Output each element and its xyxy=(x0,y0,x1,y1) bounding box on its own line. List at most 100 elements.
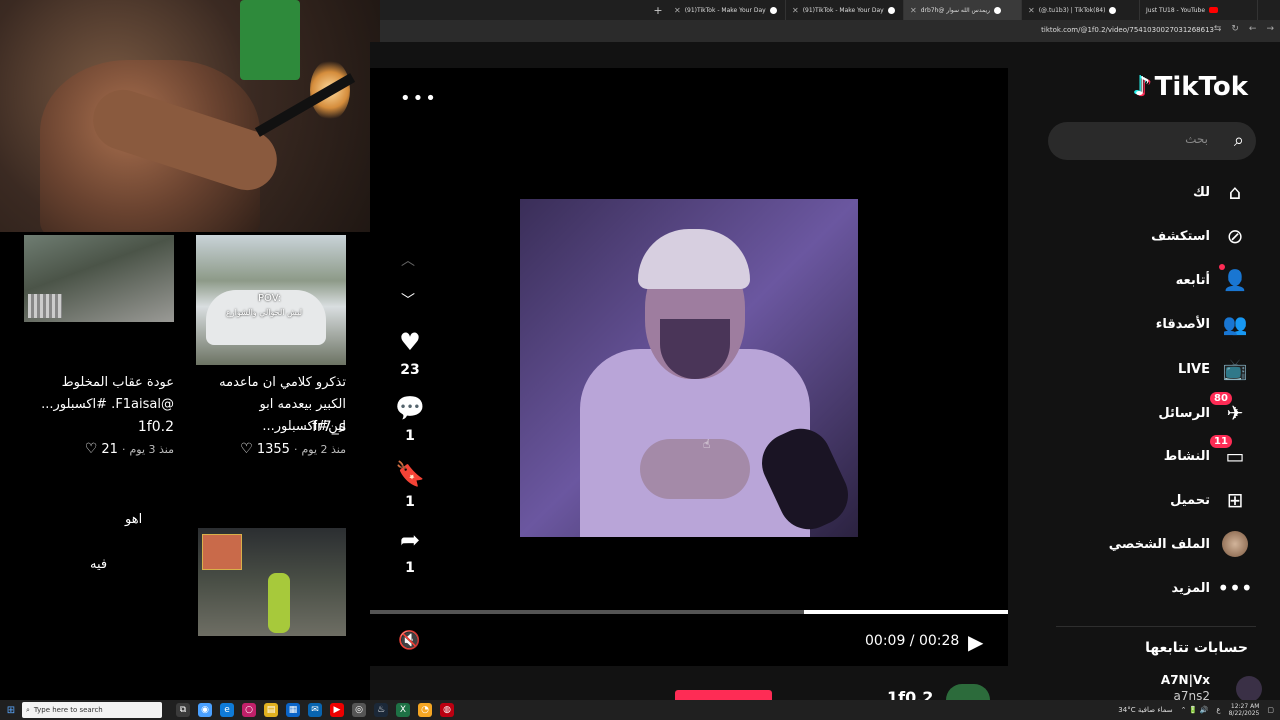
store-icon[interactable]: ▦ xyxy=(286,703,300,717)
video-thumbnail[interactable] xyxy=(198,528,346,636)
sidebar-item-more[interactable]: المزيد ••• xyxy=(1171,574,1252,602)
back-icon[interactable]: ← xyxy=(1249,24,1257,34)
tab-title: (91)TikTok - Make Your Day xyxy=(802,6,884,14)
excel-icon[interactable]: X xyxy=(396,703,410,717)
search-input[interactable] xyxy=(1068,132,1208,146)
obs-icon[interactable]: ◍ xyxy=(440,703,454,717)
sidebar-item-following[interactable]: أتابعه 👤 xyxy=(1176,264,1248,294)
url-text[interactable]: tiktok.com/@1f0.2/video/7541030027031268… xyxy=(1041,26,1214,34)
search-icon[interactable]: ⌕ xyxy=(1234,130,1244,151)
webcam-bag xyxy=(240,0,300,80)
sidebar-item-label: الملف الشخصي xyxy=(1108,536,1210,552)
like-count: 21 xyxy=(101,441,118,457)
play-icon[interactable]: ▶ xyxy=(968,630,983,654)
video-author[interactable]: 1f0.2 xyxy=(24,419,174,435)
sidebar-item-label: المزيد xyxy=(1171,580,1210,596)
sidebar-item-friends[interactable]: الأصدقاء 👥 xyxy=(1156,310,1248,338)
video-person-hands xyxy=(640,439,750,499)
comment-button[interactable]: 💬 1 xyxy=(390,394,430,444)
tiktok-logo[interactable]: ♪ TikTok xyxy=(1134,72,1248,102)
outlook-icon[interactable]: ✉ xyxy=(308,703,322,717)
browser-tab-active[interactable]: ✕ drb7h@ ريمدس الله سوار xyxy=(904,0,1022,20)
edge-icon[interactable]: e xyxy=(220,703,234,717)
chevron-up-icon[interactable]: ︿ xyxy=(401,250,415,270)
follow-button[interactable] xyxy=(675,690,772,700)
browser-tab[interactable]: ✕ (91)TikTok - Make Your Day xyxy=(786,0,904,20)
related-videos-panel: POV: ليش الخوالي والشوارع عودة عقاب المخ… xyxy=(0,232,370,700)
video-caption[interactable]: عودة عقاب المخلوط @F1aisal. #اكسبلور... xyxy=(24,372,174,416)
file-explorer-icon[interactable]: ▤ xyxy=(264,703,278,717)
more-options-icon[interactable]: ••• xyxy=(400,88,438,109)
like-button[interactable]: ♥ 23 xyxy=(390,328,430,378)
video-thumbnail[interactable] xyxy=(24,235,174,322)
windows-start-icon[interactable]: ⊞ xyxy=(0,705,22,716)
forward-icon[interactable]: → xyxy=(1266,24,1274,34)
sidebar-item-live[interactable]: LIVE 📺 xyxy=(1178,355,1248,383)
task-view-icon[interactable]: ⧉ xyxy=(176,703,190,717)
browser-tab[interactable]: ✕ (91)TikTok - Make Your Day xyxy=(668,0,786,20)
video-author[interactable]: fr7_s xyxy=(196,419,346,435)
screen: POV: ليش الخوالي والشوارع عودة عقاب المخ… xyxy=(0,0,1280,720)
address-bar-icons: ⇆ ↻ ← → xyxy=(1214,24,1274,34)
profile-avatar xyxy=(1222,531,1248,557)
sidebar-item-for-you[interactable]: لك ⌂ xyxy=(1193,178,1248,206)
steam-icon[interactable]: ♨ xyxy=(374,703,388,717)
notification-icon[interactable]: ▢ xyxy=(1267,706,1274,714)
clock[interactable]: 12:27 AM 8/22/2025 xyxy=(1229,703,1260,717)
chrome-alt-icon[interactable]: ◔ xyxy=(418,703,432,717)
clock-date: 8/22/2025 xyxy=(1228,710,1260,717)
video-progress-bar[interactable] xyxy=(370,610,1008,614)
webcam-overlay xyxy=(0,0,380,232)
video-content[interactable] xyxy=(520,199,858,537)
browser-tab[interactable]: Just TU18 - YouTube xyxy=(1140,0,1258,20)
close-icon[interactable]: ✕ xyxy=(792,6,799,15)
translate-icon[interactable]: ⇆ xyxy=(1214,24,1222,34)
search-box[interactable]: ⌕ xyxy=(1048,122,1256,160)
copilot-icon[interactable]: ◉ xyxy=(198,703,212,717)
followed-account-name: A7N|Vx xyxy=(1160,673,1210,687)
close-icon[interactable]: ✕ xyxy=(1028,6,1035,15)
reload-icon[interactable]: ↻ xyxy=(1231,24,1239,34)
following-icon: 👤 xyxy=(1219,264,1248,293)
author-avatar[interactable] xyxy=(946,684,990,700)
heart-outline-icon: ♡ xyxy=(84,441,98,457)
new-tab-button[interactable]: + xyxy=(648,4,668,17)
sidebar-item-upload[interactable]: تحميل ⊞ xyxy=(1170,486,1248,514)
video-meta: منذ 2 يوم · 1355 ♡ xyxy=(196,441,346,457)
weather-text[interactable]: 34°C سماء صافية xyxy=(1118,706,1172,714)
tab-title: (91)TikTok - Make Your Day xyxy=(684,6,766,14)
sidebar-item-explore[interactable]: استكشف ⊘ xyxy=(1151,222,1248,250)
followed-account-avatar[interactable] xyxy=(1236,676,1262,702)
friends-icon: 👥 xyxy=(1222,312,1248,336)
meta-separator: · xyxy=(121,442,126,456)
taskbar-search[interactable]: ⌕ Type here to search xyxy=(22,702,162,718)
video-age: منذ 2 يوم xyxy=(301,442,346,456)
thumbnail-overlay xyxy=(28,294,62,318)
chrome-icon[interactable]: ◎ xyxy=(352,703,366,717)
tiktok-icon xyxy=(887,6,895,14)
upload-icon: ⊞ xyxy=(1226,488,1244,512)
feed-text: فيه xyxy=(90,557,108,572)
bookmark-icon: 🔖 xyxy=(395,460,425,488)
close-icon[interactable]: ✕ xyxy=(674,6,681,15)
address-bar[interactable]: tiktok.com/@1f0.2/video/7541030027031268… xyxy=(380,20,1280,42)
sidebar-item-activity[interactable]: النشاط ▭ 11 xyxy=(1164,435,1248,470)
youtube-icon[interactable]: ▶ xyxy=(330,703,344,717)
browser-tab-bar: + ✕ (91)TikTok - Make Your Day ✕ (91)Tik… xyxy=(380,0,1280,20)
close-icon[interactable]: ✕ xyxy=(910,6,917,15)
save-button[interactable]: 🔖 1 xyxy=(390,460,430,510)
sidebar-item-messages[interactable]: الرسائل ✈ 80 xyxy=(1158,392,1248,427)
language-indicator[interactable]: ع xyxy=(1216,706,1220,714)
app-icon[interactable]: ○ xyxy=(242,703,256,717)
browser-tab[interactable]: ✕ (@.tu1b3) | TikTok(84) xyxy=(1022,0,1140,20)
windows-taskbar: ⊞ ⌕ Type here to search ⧉ ◉ e ○ ▤ ▦ ✉ ▶ … xyxy=(0,700,1280,720)
mute-icon[interactable]: 🔇 xyxy=(398,630,420,651)
sidebar-item-profile[interactable]: الملف الشخصي xyxy=(1109,530,1248,558)
share-button[interactable]: ➦ 1 xyxy=(390,526,430,576)
sidebar-item-label: لك xyxy=(1193,184,1210,200)
feed-text: اهو xyxy=(125,512,143,527)
tray-icons[interactable]: ⌃ 🔋 🔊 xyxy=(1181,706,1209,714)
video-thumbnail[interactable]: POV: ليش الخوالي والشوارع xyxy=(196,235,346,365)
tiktok-note-icon: ♪ xyxy=(1134,72,1151,102)
chevron-down-icon[interactable]: ﹀ xyxy=(401,290,415,310)
